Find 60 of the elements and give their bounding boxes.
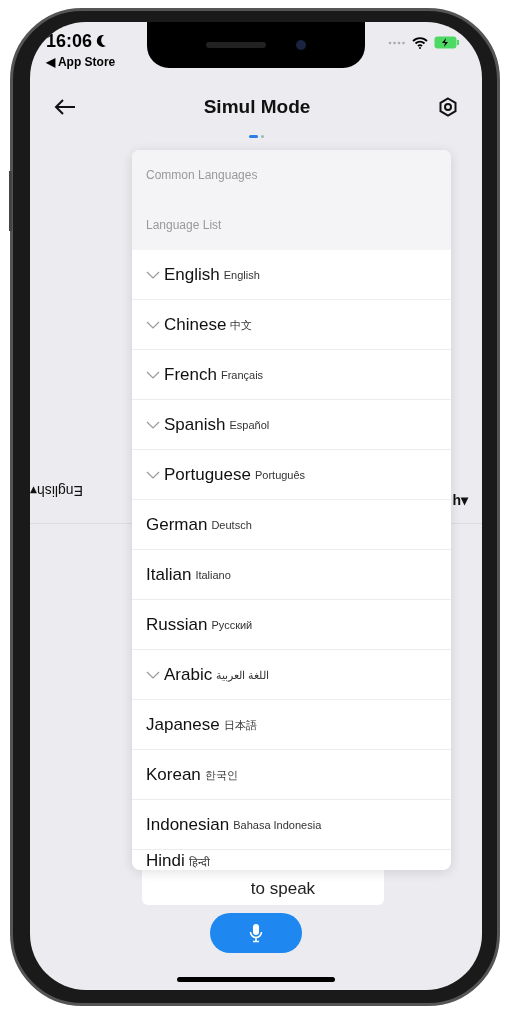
language-item[interactable]: Indonesian Bahasa Indonesia	[132, 800, 451, 850]
native-language-name: Português	[254, 468, 306, 484]
language-item[interactable]: German Deutsch	[132, 500, 451, 550]
native-language-name: 한국인	[204, 768, 238, 784]
native-language-name: اللغة العربية	[216, 668, 270, 684]
language-item[interactable]: Portuguese Português	[132, 450, 451, 500]
section-header: Language List	[146, 217, 222, 234]
back-arrow-icon[interactable]	[54, 98, 76, 116]
microphone-button[interactable]	[210, 913, 302, 953]
language-name: Italian	[146, 564, 192, 585]
native-language-name: Español	[229, 418, 270, 434]
language-item[interactable]: Korean 한국인	[132, 750, 451, 800]
native-language-name: Français	[220, 368, 264, 384]
language-name: German	[146, 514, 208, 535]
battery-icon	[434, 36, 460, 49]
settings-icon[interactable]	[438, 97, 458, 117]
language-item[interactable]: French Français	[132, 350, 451, 400]
source-language-label[interactable]: English▾	[30, 480, 103, 501]
back-to-app-link[interactable]: ◀ App Store	[46, 53, 116, 71]
native-language-name: English	[223, 268, 260, 284]
language-name: Spanish	[164, 414, 226, 435]
language-name: Arabic	[164, 664, 213, 685]
chevron-down-icon[interactable]	[146, 470, 160, 479]
chevron-down-icon[interactable]	[146, 370, 160, 379]
language-name: Hindi	[146, 851, 185, 870]
native-language-name: Bahasa Indonesia	[233, 818, 322, 834]
microphone-icon	[249, 923, 263, 943]
language-name: Korean	[146, 764, 201, 785]
screen-title: Simul Mode	[203, 94, 311, 119]
speak-hint-text: to speak	[250, 877, 316, 900]
language-name: Japanese	[146, 714, 220, 735]
status-time: 16:06	[46, 32, 93, 50]
language-item[interactable]: Italian Italiano	[132, 550, 451, 600]
language-item[interactable]: Hindi हिन्दी	[132, 850, 451, 870]
language-item[interactable]: Russian Русский	[132, 600, 451, 650]
language-name: Russian	[146, 614, 208, 635]
language-item[interactable]: Chinese 中文	[132, 300, 451, 350]
language-item[interactable]: Japanese 日本語	[132, 700, 451, 750]
moon-icon	[95, 34, 108, 48]
language-item[interactable]: English English	[132, 250, 451, 300]
language-item[interactable]: Spanish Español	[132, 400, 451, 450]
native-language-name: Italiano	[195, 568, 231, 584]
chevron-down-icon[interactable]	[146, 320, 160, 329]
target-language-label[interactable]: h▾	[452, 490, 482, 511]
signal-icon	[388, 40, 406, 45]
language-name: English	[164, 264, 220, 285]
native-language-name: 中文	[230, 318, 253, 334]
native-language-name: Deutsch	[211, 518, 252, 534]
native-language-name: 日本語	[223, 718, 257, 734]
native-language-name: Русский	[211, 618, 253, 634]
section-header: Common Languages	[146, 167, 258, 184]
language-name: Portuguese	[164, 464, 251, 485]
chevron-down-icon[interactable]	[146, 270, 160, 279]
language-name: Chinese	[164, 314, 227, 335]
native-language-name: हिन्दी	[188, 855, 210, 870]
chevron-down-icon[interactable]	[146, 670, 160, 679]
language-name: French	[164, 364, 217, 385]
language-name: Indonesian	[146, 814, 230, 835]
wifi-icon	[412, 36, 428, 49]
chevron-down-icon[interactable]	[146, 420, 160, 429]
